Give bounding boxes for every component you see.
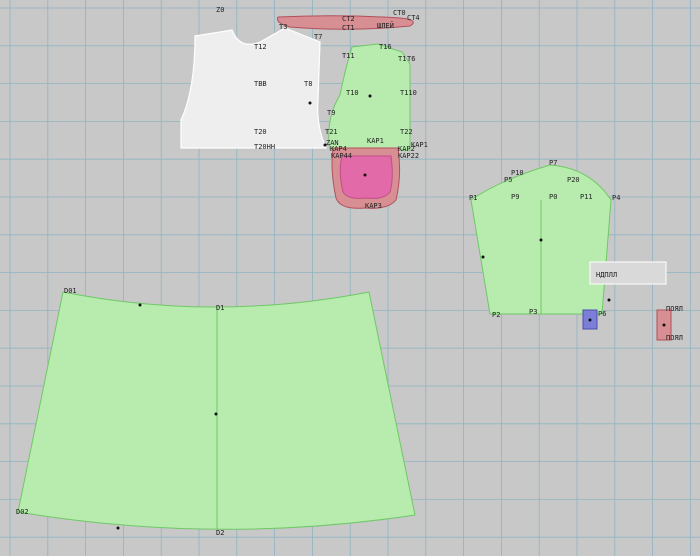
label-zan: ZAN — [326, 139, 339, 147]
label-p11: P11 — [580, 193, 593, 201]
label-ct4: CT4 — [407, 14, 420, 22]
label-t8: T8 — [304, 80, 312, 88]
label-p7: P7 — [549, 159, 557, 167]
label-d01: D01 — [64, 287, 77, 295]
label-kap3: KAP3 — [365, 202, 382, 210]
label-p1: P1 — [469, 194, 477, 202]
label-t11: T11 — [342, 52, 355, 60]
label-t20hh: T20HH — [254, 143, 275, 151]
label-z0: Z0 — [216, 6, 224, 14]
label-t22: T22 — [400, 128, 413, 136]
label-p5: P5 — [504, 176, 512, 184]
label-t1: T1 — [398, 55, 406, 63]
label-p2: P2 — [492, 311, 500, 319]
label-p6: P6 — [598, 310, 606, 318]
label-t6: T6 — [407, 55, 415, 63]
label-kap44: KAP44 — [331, 152, 352, 160]
label-t21: T21 — [325, 128, 338, 136]
label-t20: T20 — [254, 128, 267, 136]
label-t7: T7 — [314, 33, 322, 41]
label-box-text: НДПЛЛ — [596, 271, 617, 279]
label-ct0: CT0 — [393, 9, 406, 17]
label-t9: T9 — [327, 109, 335, 117]
label-p4: P4 — [612, 194, 620, 202]
label-t12: T12 — [254, 43, 267, 51]
label-t110: T110 — [400, 89, 417, 97]
label-d1: D1 — [216, 304, 224, 312]
label-d02: D02 — [16, 508, 29, 516]
label-p0: P0 — [549, 193, 557, 201]
label-kap22: KAP22 — [398, 152, 419, 160]
label-ct2: CT2 — [342, 15, 355, 23]
label-t16: T16 — [379, 43, 392, 51]
label-t10: T10 — [346, 89, 359, 97]
label-shot: ШЛЕЙ — [377, 21, 394, 30]
label-d2: D2 — [216, 529, 224, 537]
label-p20: P20 — [567, 176, 580, 184]
pocket-inner — [339, 155, 393, 199]
label-tbb: TBB — [254, 80, 267, 88]
label-p10: P10 — [511, 169, 524, 177]
label-right-top: ПОЯЛ — [666, 305, 683, 313]
pattern-canvas[interactable]: Z0 CT2 CT0 CT1 CT4 ШЛЕЙ T12 T3 T7 T8 TBB… — [0, 0, 700, 556]
label-p9: P9 — [511, 193, 519, 201]
label-right-bottom: ПОЯЛ — [666, 334, 683, 342]
label-ct1: CT1 — [342, 24, 355, 32]
label-t3: T3 — [279, 23, 287, 31]
label-p3: P3 — [529, 308, 537, 316]
label-kap1: KAP1 — [367, 137, 384, 145]
